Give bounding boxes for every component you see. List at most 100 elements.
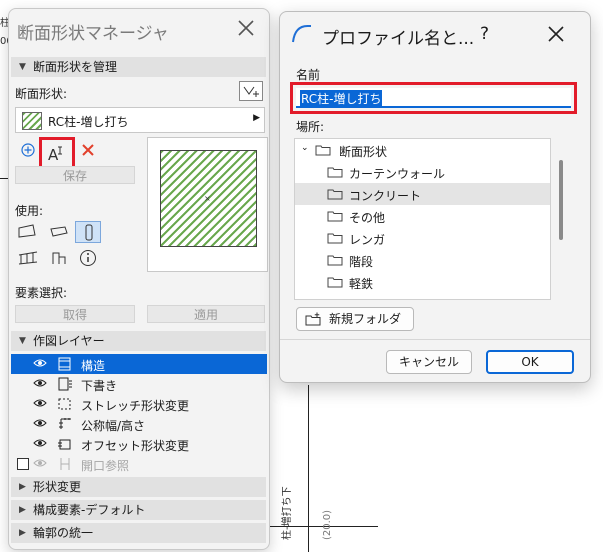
section-contour-unify-label: 輪郭の統一 [33,526,94,540]
preview-center-mark-icon: × [204,194,211,203]
layer-row-nominal[interactable]: 公称幅/高さ [11,414,267,434]
tree-item-label: 階段 [349,255,374,269]
tree-item[interactable]: カーテンウォール [295,161,550,183]
folder-icon [327,233,343,244]
close-icon[interactable] [235,17,257,39]
railing-use-icon[interactable] [17,249,39,267]
folder-icon [327,189,343,200]
eye-icon[interactable] [33,438,47,448]
tree-item[interactable]: ⌄ 断面形状 [295,139,550,161]
name-input-highlight [290,82,577,114]
tree-item-label: 軽鉄 [349,277,374,291]
chevron-right-icon: ▶ [253,113,260,123]
eye-icon[interactable] [33,418,47,428]
section-shape-change-label: 形状変更 [33,480,82,494]
new-folder-button[interactable]: 新規フォルダ [296,307,414,331]
profile-name-dialog: プロファイル名と... ? 名前 RC柱-増し打ち 場所: ⌄ 断面形状 カーテ… [279,11,591,383]
name-label: 名前 [296,68,321,82]
layer-row-offset[interactable]: オフセット形状変更 [11,434,267,454]
info-icon[interactable] [79,249,97,267]
dialog-title: プロファイル名と... [322,29,475,49]
new-folder-icon [305,312,321,326]
layer-label: ストレッチ形状変更 [81,399,190,413]
section-manage-profiles[interactable]: ▼ 断面形状を管理 [11,57,266,77]
expand-triangle-icon: ▶ [19,482,26,492]
apply-button[interactable]: 適用 [147,305,265,323]
opening-layer-icon [60,458,70,470]
expand-triangle-icon: ▶ [19,528,26,538]
dialog-divider [280,339,590,340]
nominal-size-layer-icon [59,418,71,429]
wall-use-icon[interactable] [17,223,37,241]
background-vertical-dimension: (20.0) [322,509,333,540]
background-vertical-line [308,385,309,552]
tree-item[interactable]: 軽鉄 [295,271,550,293]
tree-item[interactable]: その他 [295,205,550,227]
collapse-triangle-icon: ▼ [19,62,26,72]
get-button[interactable]: 取得 [15,305,135,323]
layer-row-opening[interactable]: 開口参照 [11,454,267,474]
cancel-button[interactable]: キャンセル [386,350,472,374]
stretch-layer-icon [58,398,71,410]
profile-selector[interactable]: RC柱-増し打ち ▶ [15,107,265,133]
profile-settings-icon[interactable] [239,81,263,101]
new-folder-label: 新規フォルダ [329,312,402,326]
profile-app-icon [292,24,311,43]
use-label: 使用: [15,204,44,218]
structure-layer-icon [58,357,71,371]
expand-triangle-icon: ▶ [19,505,26,515]
add-profile-icon[interactable] [21,143,35,157]
offset-layer-icon [58,439,71,450]
layer-label: 開口参照 [81,459,130,473]
save-button[interactable]: 保存 [15,166,135,184]
layer-label: 構造 [81,359,106,373]
beam-use-icon[interactable] [49,223,69,241]
chevron-down-icon[interactable]: ⌄ [301,143,309,153]
tree-item[interactable]: コンクリート [295,183,550,205]
eye-icon[interactable] [33,358,47,368]
folder-icon [327,211,343,222]
eye-icon[interactable] [33,398,47,408]
folder-icon [327,255,343,266]
eye-icon[interactable] [33,378,47,388]
section-drawing-layers-label: 作図レイヤー [33,334,105,348]
layer-label: 公称幅/高さ [81,419,146,433]
tree-item-label: カーテンウォール [349,167,446,181]
layer-label: オフセット形状変更 [81,439,190,453]
tree-item-label: その他 [349,211,386,225]
section-component-defaults[interactable]: ▶ 構成要素-デフォルト [11,500,266,520]
hatch-swatch-icon [22,112,42,130]
layer-row-structure[interactable]: 構造 [11,354,267,374]
tree-item[interactable]: 階段 [295,249,550,271]
folder-icon [327,167,343,178]
section-contour-unify[interactable]: ▶ 輪郭の統一 [11,523,266,543]
layer-row-draft[interactable]: 下書き [11,374,267,394]
folder-tree[interactable]: ⌄ 断面形状 カーテンウォール コンクリート その他 レンガ 階段 軽鉄 [294,138,551,300]
tree-item-label: 断面形状 [339,145,388,159]
section-shape-change[interactable]: ▶ 形状変更 [11,477,266,497]
rename-icon-highlight [39,137,75,169]
eye-icon[interactable] [33,458,47,468]
section-drawing-layers[interactable]: ▼ 作図レイヤー [11,331,266,351]
layer-label: 下書き [81,379,118,393]
background-vertical-label: 柱-増打ち下 [282,486,293,540]
section-component-defaults-label: 構成要素-デフォルト [33,503,146,517]
panel-title: 断面形状マネージャ [17,24,169,44]
profile-selector-value: RC柱-増し打ち [48,115,129,129]
column-use-selected[interactable] [75,221,101,243]
layer-checkbox[interactable] [17,458,29,470]
background-small-line [0,178,8,179]
profile-preview: × [147,137,268,272]
tree-item-label: レンガ [349,233,386,247]
help-icon[interactable]: ? [480,24,489,44]
close-icon[interactable] [546,24,566,44]
handrail-use-icon[interactable] [49,249,69,267]
tree-scrollbar[interactable] [559,160,563,240]
profile-manager-panel: 断面形状マネージャ ▼ 断面形状を管理 断面形状: RC柱-増し打ち ▶ A 保… [8,8,270,550]
ok-button[interactable]: OK [486,350,574,374]
layer-row-stretch[interactable]: ストレッチ形状変更 [11,394,267,414]
tree-item[interactable]: レンガ [295,227,550,249]
draft-layer-icon [58,377,72,391]
delete-profile-icon[interactable] [81,143,95,157]
folder-icon [327,277,343,288]
